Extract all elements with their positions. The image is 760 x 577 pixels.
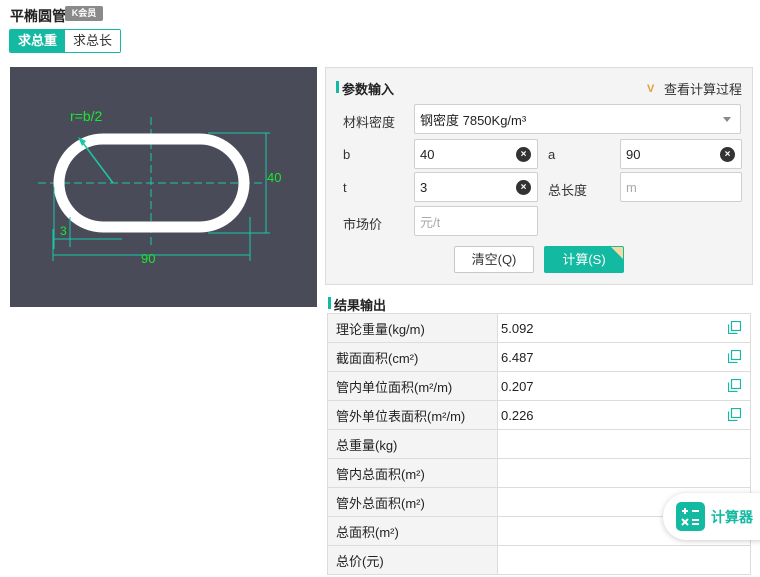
clear-button[interactable]: 清空(Q): [454, 246, 534, 273]
result-value: [497, 458, 751, 488]
table-row: 总价(元): [327, 545, 751, 575]
flat-oval-tube-drawing: r=b/2 40 3 90: [38, 108, 281, 266]
market-price-placeholder: 元/t: [420, 214, 441, 230]
copy-icon[interactable]: [728, 379, 741, 392]
result-name: 总重量(kg): [327, 429, 498, 459]
result-name: 管外单位表面积(m²/m): [327, 400, 498, 430]
table-row: 理论重量(kg/m) 5.092: [327, 313, 751, 343]
tab-total-weight[interactable]: 求总重: [10, 30, 65, 52]
result-value-cell: 5.092: [497, 313, 751, 343]
radius-line: [79, 138, 114, 184]
result-name: 截面面积(cm²): [327, 342, 498, 372]
result-name: 管内总面积(m²): [327, 458, 498, 488]
radius-label: r=b/2: [70, 108, 103, 124]
result-name: 管内单位面积(m²/m): [327, 371, 498, 401]
mode-tabs: 求总重 求总长: [9, 29, 121, 53]
vip-badge: K会员: [65, 6, 103, 21]
result-value-cell: 0.207: [497, 371, 751, 401]
t-label: t: [343, 180, 347, 195]
copy-icon[interactable]: [728, 408, 741, 421]
view-calculation-process-link[interactable]: V 查看计算过程: [647, 79, 742, 98]
total-length-placeholder: m: [626, 179, 637, 195]
b-value: 40: [420, 146, 435, 162]
tab-total-length[interactable]: 求总长: [65, 30, 120, 52]
total-length-input[interactable]: m: [620, 172, 742, 202]
result-name: 总价(元): [327, 545, 498, 575]
clear-t-icon[interactable]: ×: [516, 180, 531, 195]
result-value: [497, 545, 751, 575]
thickness-label: 3: [60, 224, 67, 238]
result-name: 总面积(m²): [327, 516, 498, 546]
b-label: b: [343, 147, 351, 162]
material-density-select[interactable]: 钢密度 7850Kg/m³: [414, 104, 741, 134]
t-input[interactable]: 3 ×: [414, 172, 538, 202]
a-input[interactable]: 90 ×: [620, 139, 742, 169]
parameter-input-panel: 参数输入 V 查看计算过程 材料密度 钢密度 7850Kg/m³ b 40 × …: [325, 67, 753, 285]
width-label: 90: [141, 251, 155, 266]
result-value: 0.226: [501, 407, 534, 423]
result-name: 管外总面积(m²): [327, 487, 498, 517]
material-density-label: 材料密度: [343, 115, 396, 130]
clear-b-icon[interactable]: ×: [516, 147, 531, 162]
table-row: 管内单位面积(m²/m) 0.207: [327, 371, 751, 401]
market-price-input[interactable]: 元/t: [414, 206, 538, 236]
view-process-label: 查看计算过程: [663, 82, 742, 97]
calculate-button-label: 计算(S): [562, 252, 606, 267]
result-name: 理论重量(kg/m): [327, 313, 498, 343]
result-value: [497, 429, 751, 459]
calculator-icon: [676, 502, 705, 531]
copy-icon[interactable]: [728, 321, 741, 334]
table-row: 管内总面积(m²): [327, 458, 751, 488]
table-row: 总重量(kg): [327, 429, 751, 459]
result-value-cell: 0.226: [497, 400, 751, 430]
params-section-title: 参数输入: [336, 79, 394, 98]
result-value: 0.207: [501, 378, 534, 394]
result-value-cell: 6.487: [497, 342, 751, 372]
height-label: 40: [267, 170, 281, 185]
copy-icon[interactable]: [728, 350, 741, 363]
vip-mark-icon: V: [646, 82, 655, 95]
clear-a-icon[interactable]: ×: [720, 147, 735, 162]
results-section-title: 结果输出: [328, 295, 386, 314]
calculator-label: 计算器: [711, 508, 753, 525]
calculator-button[interactable]: 计算器: [663, 493, 760, 540]
cross-section-diagram: r=b/2 40 3 90: [10, 67, 317, 307]
table-row: 截面面积(cm²) 6.487: [327, 342, 751, 372]
total-length-label: 总长度: [548, 183, 588, 198]
result-value: 5.092: [501, 320, 534, 336]
t-value: 3: [420, 179, 428, 195]
vip-corner-icon: [611, 247, 623, 259]
page-title: 平椭圆管: [10, 8, 66, 24]
b-input[interactable]: 40 ×: [414, 139, 538, 169]
table-row: 管外单位表面积(m²/m) 0.226: [327, 400, 751, 430]
calculate-button[interactable]: 计算(S): [544, 246, 624, 273]
a-label: a: [548, 147, 556, 162]
chevron-down-icon: [723, 117, 731, 122]
material-density-value: 钢密度 7850Kg/m³: [420, 112, 527, 128]
market-price-label: 市场价: [343, 217, 383, 232]
a-value: 90: [626, 146, 641, 162]
result-value: 6.487: [501, 349, 534, 365]
